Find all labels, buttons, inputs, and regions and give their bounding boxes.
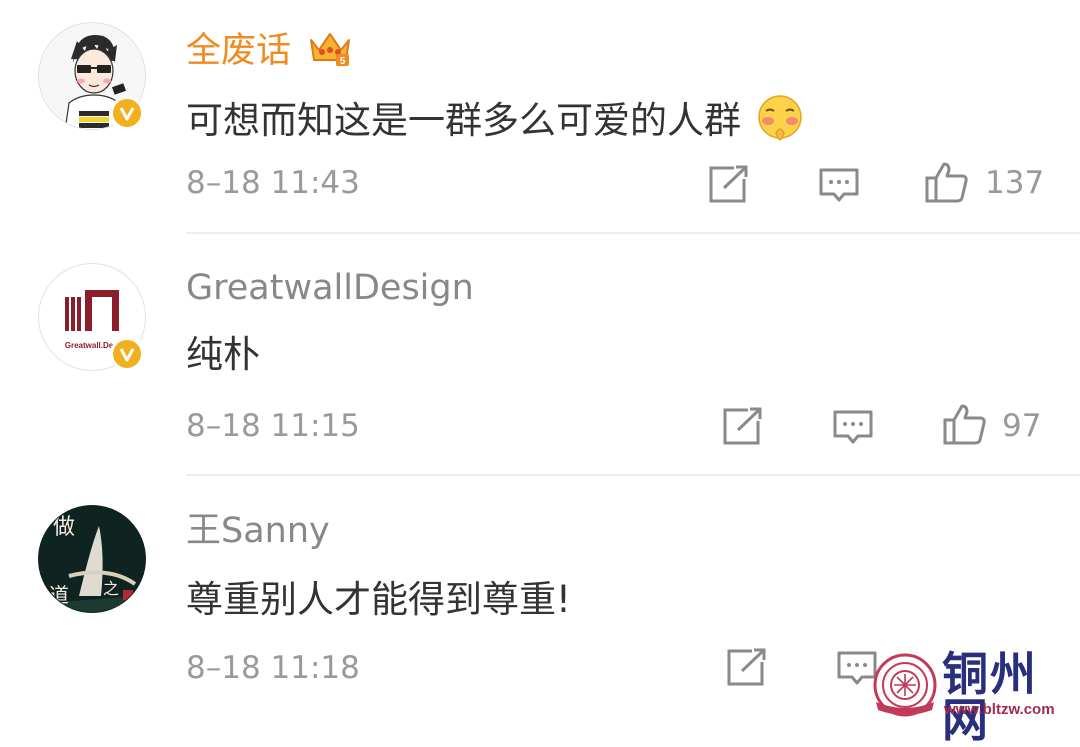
comment-time: 8–18 11:15	[186, 408, 360, 444]
watermark-url: www.bltzw.com	[944, 701, 1055, 718]
verified-badge-icon	[110, 337, 144, 371]
comment-text-content: 可想而知这是一群多么可爱的人群	[186, 99, 741, 142]
username[interactable]: GreatwallDesign	[186, 271, 474, 306]
comment-text: 尊重别人才能得到尊重!	[186, 578, 571, 621]
avatar[interactable]: 做 道 之	[38, 505, 146, 613]
comment-time: 8–18 11:43	[186, 165, 360, 201]
repost-icon[interactable]	[722, 406, 764, 450]
vip-level: 5	[340, 56, 346, 67]
vip-crown-icon[interactable]: 5	[308, 28, 352, 75]
username-text[interactable]: 全废话	[186, 31, 291, 71]
calligraphy-art-avatar: 做 道 之	[39, 506, 145, 612]
comment-icon[interactable]	[818, 166, 860, 210]
comment-text: 纯朴	[186, 333, 260, 376]
comment-item: 全废话 5 可想而知这是一群多么可爱的人群 8–18 11:43 137	[0, 0, 1080, 235]
username[interactable]: 王Sanny	[186, 514, 330, 549]
repost-icon[interactable]	[708, 164, 750, 208]
comment-icon[interactable]	[832, 408, 874, 452]
like-count[interactable]: 97	[1002, 411, 1041, 442]
repost-icon[interactable]	[726, 647, 768, 691]
watermark-seal-icon	[873, 653, 937, 717]
avatar-art-char: 道	[49, 583, 69, 607]
like-count[interactable]: 137	[985, 168, 1044, 199]
avatar-art-char: 做	[53, 515, 75, 540]
divider	[186, 474, 1080, 476]
username[interactable]: 全废话 5	[186, 28, 352, 75]
divider	[186, 232, 1080, 234]
comment-time: 8–18 11:18	[186, 650, 360, 686]
avatar-logo-text: Greatwall.De	[65, 341, 114, 350]
avatar-art-char: 之	[103, 579, 119, 598]
like-icon[interactable]	[942, 402, 988, 450]
watermark-name: 铜州网	[942, 647, 1038, 747]
shy-face-emoji	[755, 93, 805, 149]
comment-item: Greatwall.De GreatwallDesign 纯朴 8–18 11:…	[0, 235, 1080, 475]
verified-badge-icon	[110, 96, 144, 130]
comment-text: 可想而知这是一群多么可爱的人群	[186, 93, 805, 149]
like-icon[interactable]	[924, 160, 970, 208]
